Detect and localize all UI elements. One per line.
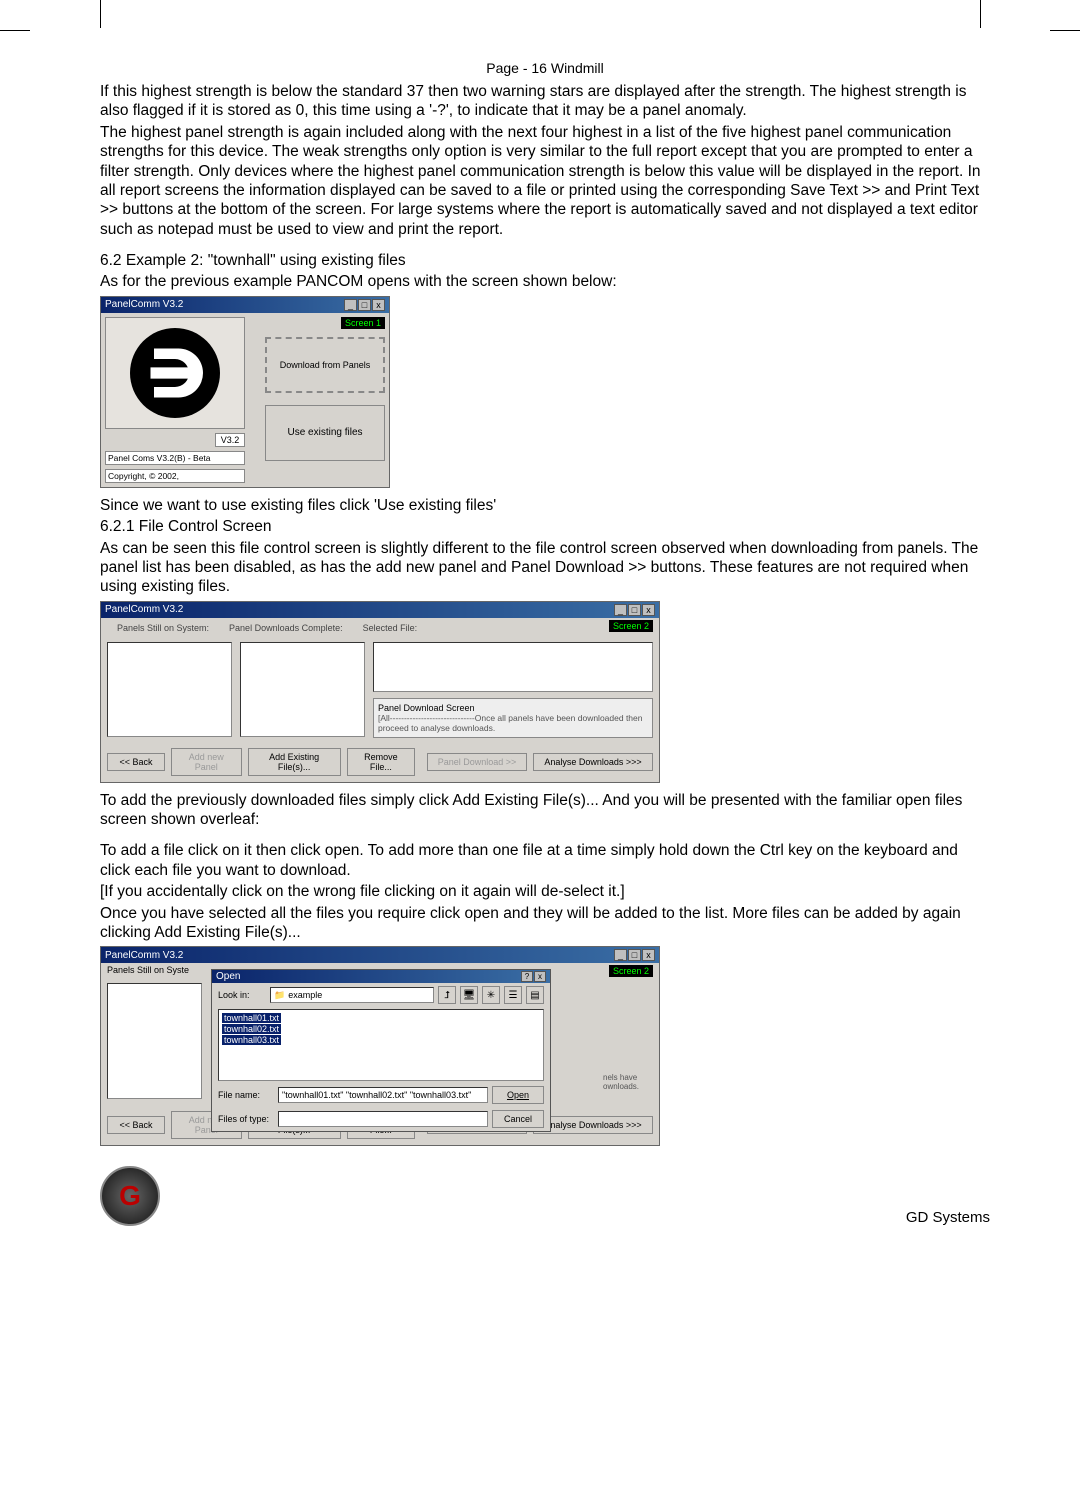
look-in-value: example [288,990,322,1000]
status-line-1: Panel Coms V3.2(B) - Beta Release. [105,451,245,465]
download-from-panels-button[interactable]: Download from Panels [265,337,385,393]
heading-6-2-1: 6.2.1 File Control Screen [100,517,990,536]
titlebar: PanelComm V3.2 _□x [101,297,389,313]
truncated-text: nels have ownloads. [603,983,653,1099]
col-panels-still: Panels Still on Syste [107,965,189,977]
close-icon[interactable]: x [372,299,385,311]
titlebar: PanelComm V3.2 _□x [101,947,659,963]
col-downloads-complete: Panel Downloads Complete: [219,620,353,636]
window-controls: _□x [613,949,655,961]
desktop-icon[interactable]: 🖥 [460,986,478,1004]
filename-label: File name: [218,1090,274,1100]
col-selected-file: Selected File: [353,620,428,636]
back-button[interactable]: << Back [107,753,165,771]
screen-indicator: Screen 1 [341,317,385,329]
minimize-icon[interactable]: _ [344,299,357,311]
paragraph: If this highest strength is below the st… [100,82,990,121]
paragraph: As can be seen this file control screen … [100,539,990,597]
minimize-icon[interactable]: _ [614,604,627,616]
up-folder-icon[interactable]: ⮥ [438,986,456,1004]
logo-box [105,317,245,429]
dialog-title: Open [216,971,240,982]
page-header: Page - 16 Windmill [100,60,990,76]
filetype-label: Files of type: [218,1114,274,1124]
window-controls: _□x [343,299,385,311]
list-view-icon[interactable]: ☰ [504,986,522,1004]
add-new-panel-button: Add new Panel [171,748,242,776]
screen-indicator: Screen 2 [609,965,653,977]
heading-6-2: 6.2 Example 2: "townhall" using existing… [100,251,990,270]
column-headers: Panels Still on System: Panel Downloads … [107,620,427,636]
col-panels-still: Panels Still on System: [107,620,219,636]
remove-file-button[interactable]: Remove File... [347,748,415,776]
titlebar: PanelComm V3.2 _□x [101,602,659,618]
close-icon[interactable]: x [534,971,546,982]
paragraph: Since we want to use existing files clic… [100,496,990,515]
file-item[interactable]: townhall03.txt [222,1035,281,1045]
analyse-downloads-button[interactable]: Analyse Downloads >>> [533,753,653,771]
window-title: PanelComm V3.2 [105,950,183,961]
screenshot-welcome: PanelComm V3.2 _□x V3.2 Panel Coms V3.2(… [100,296,390,488]
open-button[interactable]: Open [492,1086,544,1104]
screenshot-file-control: PanelComm V3.2 _□x Panels Still on Syste… [100,601,660,783]
window-controls: _□x [613,604,655,616]
details-view-icon[interactable]: ▤ [526,986,544,1004]
paragraph: Once you have selected all the files you… [100,904,990,943]
paragraph: To add a file click on it then click ope… [100,841,990,880]
window-title: PanelComm V3.2 [105,604,183,615]
paragraph: As for the previous example PANCOM opens… [100,272,990,291]
help-icon[interactable]: ? [521,971,533,982]
back-button[interactable]: << Back [107,1116,165,1134]
downloads-complete-list[interactable] [240,642,365,737]
close-icon[interactable]: x [642,604,655,616]
cancel-button[interactable]: Cancel [492,1110,544,1128]
selected-file-box [373,642,653,692]
add-existing-files-button[interactable]: Add Existing File(s)... [248,748,341,776]
dialog-controls: ?x [521,971,546,982]
status-line-2: Copyright, © 2002, Electrodetectors. [105,469,245,483]
panels-still-list[interactable] [107,642,232,737]
panels-still-list[interactable] [107,983,202,1099]
screen-indicator: Screen 2 [609,620,653,632]
analyse-downloads-button[interactable]: Analyse Downloads >>> [533,1116,653,1134]
maximize-icon[interactable]: □ [628,604,641,616]
dialog-titlebar: Open ?x [212,970,550,983]
paragraph: To add the previously downloaded files s… [100,791,990,830]
paragraph: [If you accidentally click on the wrong … [100,882,990,901]
look-in-label: Look in: [218,990,266,1000]
filetype-combo[interactable] [278,1111,488,1127]
logo-ed [130,328,220,418]
new-folder-icon[interactable]: ✳ [482,986,500,1004]
screenshot-open-dialog: PanelComm V3.2 _□x Panels Still on Syste… [100,946,660,1146]
close-icon[interactable]: x [642,949,655,961]
panel-download-title: Panel Download Screen [378,703,648,713]
panel-download-text: [All------------------------------Once a… [378,713,648,733]
look-in-combo[interactable]: 📁 example [270,987,434,1003]
open-file-dialog: Open ?x Look in: 📁 example ⮥ 🖥 ✳ ☰ ▤ tow… [211,969,551,1132]
filename-input[interactable]: "townhall01.txt" "townhall02.txt" "townh… [278,1087,488,1103]
file-item[interactable]: townhall02.txt [222,1024,281,1034]
window-title: PanelComm V3.2 [105,299,183,310]
maximize-icon[interactable]: □ [358,299,371,311]
file-list[interactable]: townhall01.txt townhall02.txt townhall03… [218,1009,544,1081]
use-existing-files-button[interactable]: Use existing files [265,405,385,461]
footer-text: GD Systems [906,1209,990,1226]
maximize-icon[interactable]: □ [628,949,641,961]
panel-download-button: Panel Download >> [427,753,527,771]
paragraph: The highest panel strength is again incl… [100,123,990,239]
panel-download-info: Panel Download Screen [All--------------… [373,698,653,738]
minimize-icon[interactable]: _ [614,949,627,961]
footer-logo: G [100,1166,160,1226]
file-item[interactable]: townhall01.txt [222,1013,281,1023]
version-label: V3.2 [215,433,245,447]
